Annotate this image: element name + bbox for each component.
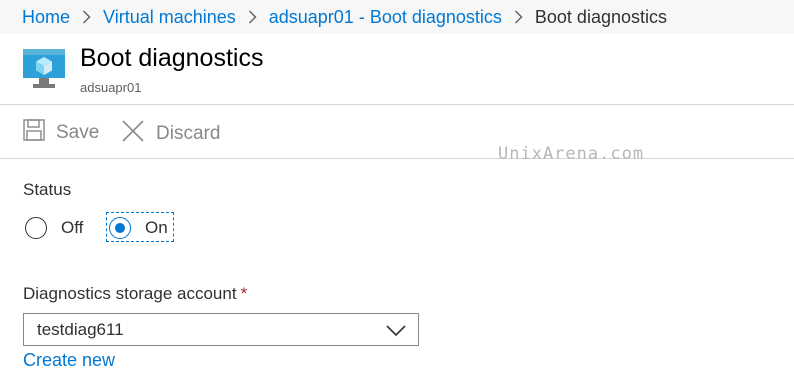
discard-label: Discard <box>156 123 221 144</box>
create-new-link[interactable]: Create new <box>23 350 115 371</box>
chevron-right-icon <box>82 10 91 24</box>
status-on-radio[interactable]: On <box>109 217 168 239</box>
chevron-right-icon <box>248 10 257 24</box>
save-label: Save <box>56 122 100 143</box>
watermark: UnixArena.com <box>498 144 645 164</box>
page-subtitle: adsuapr01 <box>80 80 142 95</box>
close-icon <box>121 119 156 149</box>
toolbar-divider <box>0 158 794 159</box>
header-divider <box>0 104 794 105</box>
radio-circle-icon <box>25 217 47 239</box>
page-title: Boot diagnostics <box>80 44 264 72</box>
breadcrumb-current: Boot diagnostics <box>534 6 667 27</box>
breadcrumb-home-link[interactable]: Home <box>22 7 70 28</box>
discard-button[interactable]: Discard <box>121 119 220 149</box>
status-off-radio[interactable]: Off <box>25 217 83 239</box>
storage-account-value: testdiag611 <box>37 319 124 339</box>
storage-account-label-text: Diagnostics storage account <box>23 284 237 303</box>
save-icon <box>23 119 56 147</box>
storage-account-dropdown[interactable]: testdiag611 <box>23 313 419 346</box>
status-on-label: On <box>145 218 168 237</box>
breadcrumb-virtual-machines-link[interactable]: Virtual machines <box>103 7 236 28</box>
status-off-label: Off <box>61 218 84 237</box>
status-label: Status <box>23 180 72 199</box>
save-button[interactable]: Save <box>23 119 99 147</box>
chevron-right-icon <box>514 10 523 24</box>
radio-selected-icon <box>109 217 131 239</box>
breadcrumb-vm-boot-diagnostics-link[interactable]: adsuapr01 - Boot diagnostics <box>269 7 502 28</box>
breadcrumb: Home Virtual machines adsuapr01 - Boot d… <box>0 0 794 34</box>
command-bar: Save Discard <box>0 106 794 158</box>
required-marker: * <box>240 284 248 303</box>
storage-account-label: Diagnostics storage account * <box>23 284 247 304</box>
blade-header: Boot diagnostics adsuapr01 <box>0 34 794 104</box>
virtual-machine-icon <box>22 48 66 90</box>
chevron-down-icon <box>386 322 406 342</box>
